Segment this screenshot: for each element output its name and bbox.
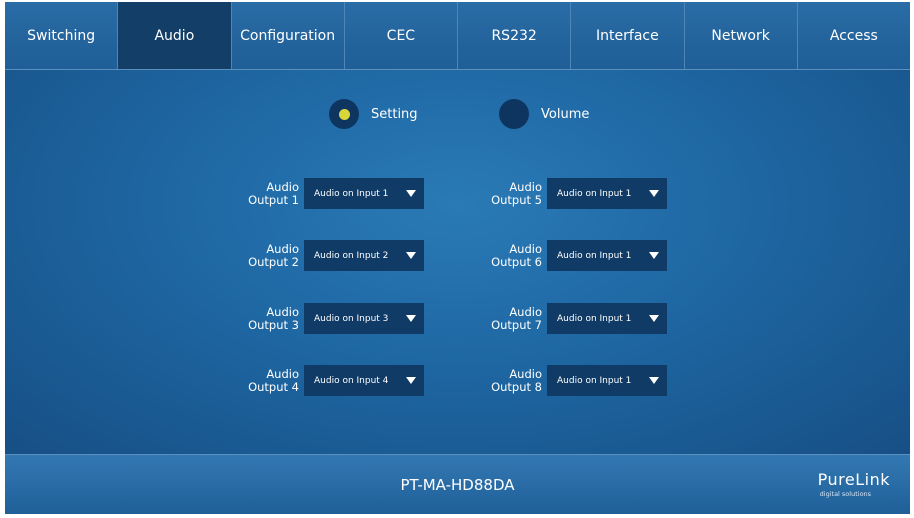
audio-output-select-5[interactable]: Audio on Input 1 <box>547 178 667 209</box>
audio-output-select-3[interactable]: Audio on Input 3 <box>304 303 424 334</box>
chevron-down-icon <box>406 377 416 384</box>
audio-output-select-6[interactable]: Audio on Input 1 <box>547 240 667 271</box>
purelink-logo: PureLink digital solutions <box>818 470 890 498</box>
select-value: Audio on Input 1 <box>557 250 632 261</box>
audio-output-label-6: Audio Output 6 <box>491 241 542 269</box>
tab-configuration[interactable]: Configuration <box>232 2 345 69</box>
audio-output-label-1: Audio Output 1 <box>248 179 299 207</box>
volume-radio[interactable] <box>499 99 529 129</box>
volume-mode: Volume <box>499 99 589 129</box>
chevron-down-icon <box>649 252 659 259</box>
audio-output-label-3: Audio Output 3 <box>248 304 299 332</box>
chevron-down-icon <box>406 252 416 259</box>
select-value: Audio on Input 1 <box>314 188 389 199</box>
audio-output-select-7[interactable]: Audio on Input 1 <box>547 303 667 334</box>
top-navigation: Switching Audio Configuration CEC RS232 … <box>5 2 910 70</box>
tab-rs232[interactable]: RS232 <box>458 2 572 69</box>
audio-output-label-5: Audio Output 5 <box>491 179 542 207</box>
brand-tagline: digital solutions <box>819 490 872 498</box>
select-value: Audio on Input 1 <box>557 313 632 324</box>
setting-radio[interactable] <box>329 99 359 129</box>
audio-output-row-7: Audio Output 7 Audio on Input 1 <box>488 303 667 334</box>
audio-output-row-1: Audio Output 1 Audio on Input 1 <box>245 178 424 209</box>
audio-output-select-8[interactable]: Audio on Input 1 <box>547 365 667 396</box>
tab-access[interactable]: Access <box>798 2 910 69</box>
audio-output-row-6: Audio Output 6 Audio on Input 1 <box>488 240 667 271</box>
chevron-down-icon <box>649 377 659 384</box>
select-value: Audio on Input 3 <box>314 313 389 324</box>
chevron-down-icon <box>406 315 416 322</box>
audio-output-label-4: Audio Output 4 <box>248 366 299 394</box>
radio-selected-dot <box>338 108 350 120</box>
chevron-down-icon <box>649 190 659 197</box>
radio-unselected-dot <box>508 108 520 120</box>
select-value: Audio on Input 2 <box>314 250 389 261</box>
audio-output-label-7: Audio Output 7 <box>491 304 542 332</box>
tab-audio[interactable]: Audio <box>118 2 232 69</box>
audio-output-label-8: Audio Output 8 <box>491 366 542 394</box>
footer-bar: PT-MA-HD88DA PureLink digital solutions <box>5 454 910 514</box>
setting-label: Setting <box>371 106 418 122</box>
tab-interface[interactable]: Interface <box>571 2 685 69</box>
audio-output-label-2: Audio Output 2 <box>248 241 299 269</box>
audio-output-row-3: Audio Output 3 Audio on Input 3 <box>245 303 424 334</box>
audio-output-select-1[interactable]: Audio on Input 1 <box>304 178 424 209</box>
device-model: PT-MA-HD88DA <box>400 476 515 494</box>
chevron-down-icon <box>649 315 659 322</box>
audio-output-select-4[interactable]: Audio on Input 4 <box>304 365 424 396</box>
setting-mode: Setting <box>329 99 418 129</box>
select-value: Audio on Input 1 <box>557 188 632 199</box>
audio-panel: Setting Volume Audio Output 1 Audio on In… <box>5 70 910 454</box>
chevron-down-icon <box>406 190 416 197</box>
app-frame: Switching Audio Configuration CEC RS232 … <box>5 2 910 514</box>
select-value: Audio on Input 1 <box>557 375 632 386</box>
audio-output-row-5: Audio Output 5 Audio on Input 1 <box>488 178 667 209</box>
tab-cec[interactable]: CEC <box>345 2 458 69</box>
audio-output-row-2: Audio Output 2 Audio on Input 2 <box>245 240 424 271</box>
tab-network[interactable]: Network <box>685 2 798 69</box>
tab-switching[interactable]: Switching <box>5 2 119 69</box>
volume-label: Volume <box>541 106 590 122</box>
brand-name: PureLink <box>817 470 890 489</box>
audio-output-row-4: Audio Output 4 Audio on Input 4 <box>245 365 424 396</box>
audio-output-row-8: Audio Output 8 Audio on Input 1 <box>488 365 667 396</box>
audio-output-select-2[interactable]: Audio on Input 2 <box>304 240 424 271</box>
select-value: Audio on Input 4 <box>314 375 389 386</box>
